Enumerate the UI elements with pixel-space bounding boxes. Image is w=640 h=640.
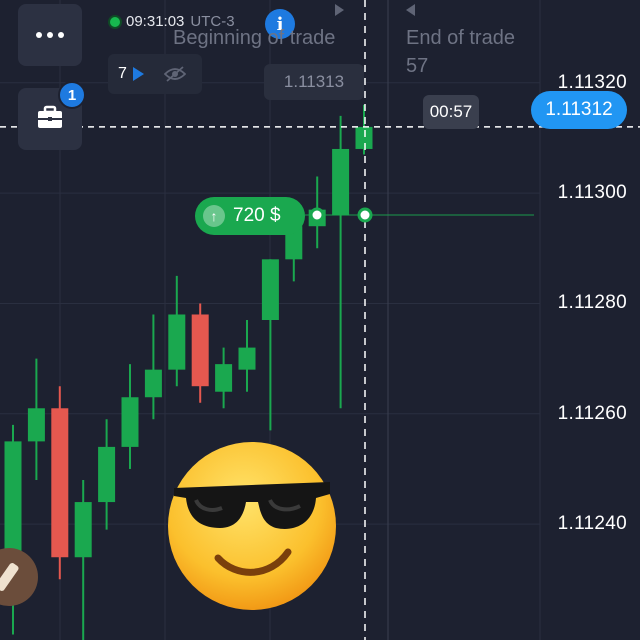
candle-body-up xyxy=(144,369,162,398)
candle xyxy=(144,314,162,420)
y-tick-label: 1.11280 xyxy=(557,292,627,314)
dot xyxy=(58,32,64,38)
eye-off-icon[interactable] xyxy=(163,66,186,82)
chart-toolbar[interactable]: 7 xyxy=(108,54,202,94)
y-tick-label: 1.11260 xyxy=(557,402,627,424)
entry-point-marker xyxy=(309,207,325,223)
begin-trade-label: Beginning of trade xyxy=(173,27,336,49)
y-tick-label: 1.11300 xyxy=(557,182,627,204)
candle xyxy=(238,320,256,392)
candle xyxy=(121,364,139,469)
candle-body-up xyxy=(332,148,350,216)
y-tick-label: 1.11240 xyxy=(557,513,627,535)
candle xyxy=(98,419,116,530)
begin-arrow-icon xyxy=(335,4,344,16)
candle xyxy=(168,275,186,387)
candle xyxy=(261,259,279,431)
candle xyxy=(355,104,373,155)
candle xyxy=(27,358,45,480)
candle xyxy=(191,303,209,403)
candle-body-up xyxy=(4,441,22,552)
expiration-timer: 00:57 xyxy=(423,95,479,129)
candle-body-up xyxy=(168,314,186,370)
end-trade-count: 57 xyxy=(406,55,429,77)
end-arrow-icon xyxy=(406,4,415,16)
candle-body-up xyxy=(355,126,373,149)
candle-body-down xyxy=(51,408,69,558)
brush-icon xyxy=(0,561,20,593)
current-price-tag: 1.11312 xyxy=(531,91,627,129)
entry-point-marker xyxy=(357,207,373,223)
portfolio-badge: 1 xyxy=(58,81,86,109)
open-trade-marker[interactable]: ↑ 720 $ xyxy=(195,197,305,235)
candle-body-up xyxy=(238,347,256,370)
ghost-price-label: 1.11313 xyxy=(264,64,364,100)
candle xyxy=(74,480,92,640)
arrow-up-icon: ↑ xyxy=(203,205,225,227)
sunglasses-emoji-icon xyxy=(168,442,336,610)
candle-body-up xyxy=(98,446,116,503)
candle-body-up xyxy=(121,397,139,447)
trade-amount: 720 $ xyxy=(233,205,281,226)
dot xyxy=(47,32,53,38)
play-icon[interactable] xyxy=(132,67,144,81)
candle xyxy=(215,347,233,409)
candle-body-up xyxy=(215,364,233,392)
live-indicator-icon xyxy=(110,16,120,27)
candle xyxy=(332,115,350,409)
toolbar-count: 7 xyxy=(118,65,127,82)
candle-body-up xyxy=(74,502,92,558)
end-trade-label: End of trade xyxy=(406,27,515,49)
candle-body-down xyxy=(191,314,209,387)
candle-body-up xyxy=(261,259,279,320)
candle xyxy=(51,386,69,580)
menu-button[interactable] xyxy=(18,4,82,66)
candle-body-up xyxy=(27,408,45,442)
more-dots-icon xyxy=(36,32,42,38)
